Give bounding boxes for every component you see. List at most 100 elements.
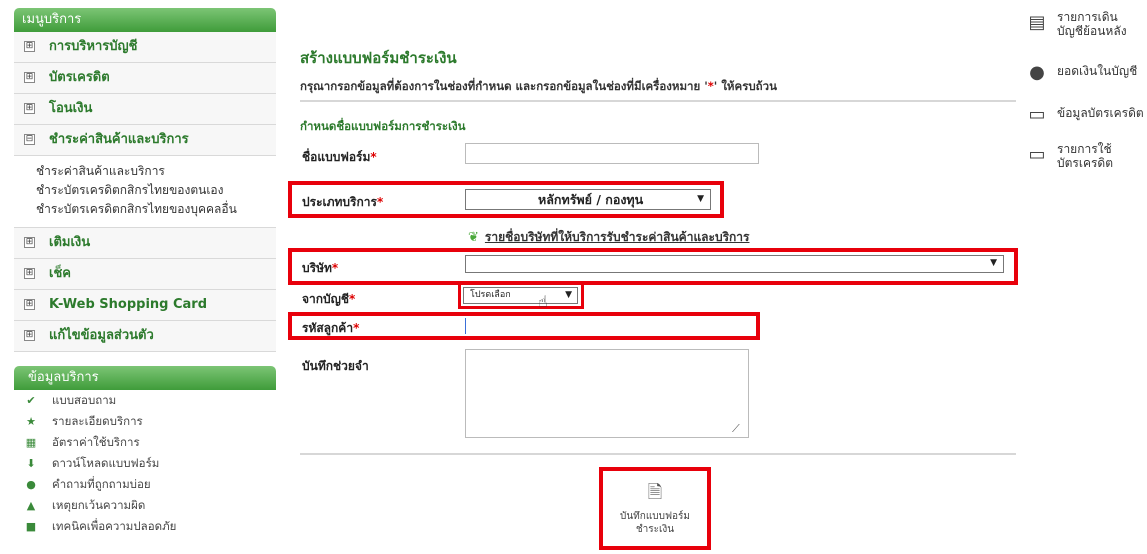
- menu-item-credit-card[interactable]: ⊞ บัตรเครดิต: [14, 63, 276, 94]
- form-instructions: กรุณากรอกข้อมูลที่ต้องการในช่องที่กำหนด …: [300, 78, 777, 96]
- divider: [300, 100, 1016, 102]
- service-type-label: ประเภทบริการ*: [302, 193, 383, 212]
- star-icon: ★: [26, 415, 36, 428]
- label-text: จากบัญชี: [302, 292, 350, 306]
- info-item-security-tips[interactable]: ■ เทคนิคเพื่อความปลอดภัย: [14, 516, 276, 537]
- label-line2: บัญชีย้อนหลัง: [1057, 24, 1127, 38]
- expand-icon[interactable]: ⊞: [24, 299, 35, 310]
- company-label: บริษัท*: [302, 259, 338, 278]
- quick-link-label: ข้อมูลบัตรเครดิต: [1057, 106, 1144, 120]
- service-info-header: ข้อมูลบริการ: [14, 366, 276, 390]
- info-item-survey[interactable]: ✔ แบบสอบถาม: [14, 390, 276, 411]
- menu-item-label: การบริหารบัญชี: [49, 39, 138, 54]
- info-item-service-details[interactable]: ★ รายละเอียดบริการ: [14, 411, 276, 432]
- service-type-value: หลักทรัพย์ / กองทุน: [538, 192, 644, 207]
- label-line1: รายการใช้: [1057, 142, 1112, 156]
- label-text: รหัสลูกค้า: [302, 321, 354, 335]
- instructions-text: กรุณากรอกข้อมูลที่ต้องการในช่องที่กำหนด …: [300, 79, 708, 93]
- expand-icon[interactable]: ⊞: [24, 268, 35, 279]
- memo-textarea[interactable]: [465, 349, 749, 438]
- menu-item-label: K-Web Shopping Card: [49, 297, 208, 312]
- payment-form-panel: สร้างแบบฟอร์มชำระเงิน กรุณากรอกข้อมูลที่…: [288, 0, 1018, 554]
- menu-item-transfer[interactable]: ⊞ โอนเงิน: [14, 94, 276, 125]
- from-account-value: โปรดเลือก: [470, 290, 511, 300]
- company-select[interactable]: ▼: [465, 255, 1004, 273]
- company-list-link-text[interactable]: รายชื่อบริษัทที่ให้บริการรับชำระค่าสินค้…: [485, 230, 750, 244]
- label-line2: บัตรเครดิต: [1057, 156, 1114, 170]
- document-save-icon: 🗎: [647, 482, 663, 503]
- from-account-label: จากบัญชี*: [302, 290, 355, 309]
- required-star: *: [353, 321, 360, 335]
- required-star: *: [331, 261, 339, 275]
- dropdown-arrow-icon: ▼: [990, 258, 997, 268]
- calculator-icon: ▦: [25, 436, 37, 449]
- bill-payment-submenu: ชำระค่าสินค้าและบริการ ชำระบัตรเครดิตกสิ…: [14, 156, 276, 228]
- info-item-faq[interactable]: ● คำถามที่ถูกถามบ่อย: [14, 474, 276, 495]
- label-line1: รายการเดิน: [1057, 10, 1118, 24]
- label-text: บริษัท: [302, 261, 332, 275]
- menu-item-label: บัตรเครดิต: [49, 70, 110, 85]
- form-name-input[interactable]: [465, 143, 759, 164]
- save-form-button[interactable]: 🗎 บันทึกแบบฟอร์ม ชำระเงิน: [605, 472, 705, 544]
- dropdown-arrow-icon: ▼: [697, 194, 704, 204]
- customer-code-label: รหัสลูกค้า*: [302, 319, 359, 338]
- quick-link-label: รายการเดิน บัญชีย้อนหลัง: [1057, 10, 1147, 38]
- info-item-download-forms[interactable]: ⬇ ดาวน์โหลดแบบฟอร์ม: [14, 453, 276, 474]
- question-icon: ●: [26, 478, 36, 491]
- menu-item-account-management[interactable]: ⊞ การบริหารบัญชี: [14, 32, 276, 63]
- submenu-item-bill-payment[interactable]: ชำระค่าสินค้าและบริการ: [36, 162, 276, 181]
- info-item-label: เหตุยกเว้นความผิด: [52, 498, 146, 512]
- quick-link-label: รายการใช้ บัตรเครดิต: [1057, 142, 1147, 170]
- menu-item-bill-payment[interactable]: ⊟ ชำระค่าสินค้าและบริการ: [14, 125, 276, 156]
- label-text: ชื่อแบบฟอร์ม: [302, 150, 371, 164]
- menu-item-label: เช็ค: [49, 266, 71, 281]
- lock-icon: ■: [25, 520, 37, 533]
- menu-item-top-up[interactable]: ⊞ เติมเงิน: [14, 228, 276, 259]
- submenu-item-other-credit-card[interactable]: ชำระบัตรเครดิตกสิกรไทยของบุคคลอื่น: [36, 200, 276, 219]
- collapse-icon[interactable]: ⊟: [24, 134, 35, 145]
- expand-icon[interactable]: ⊞: [24, 41, 35, 52]
- info-item-disclaimer[interactable]: ▲ เหตุยกเว้นความผิด: [14, 495, 276, 516]
- submenu-item-own-credit-card[interactable]: ชำระบัตรเครดิตกสิกรไทยของตนเอง: [36, 181, 276, 200]
- quick-link-label: ยอดเงินในบัญชี: [1057, 64, 1138, 78]
- info-item-label: อัตราค่าใช้บริการ: [52, 435, 140, 449]
- info-item-label: คำถามที่ถูกถามบ่อย: [52, 477, 151, 491]
- expand-icon[interactable]: ⊞: [24, 103, 35, 114]
- card-usage-icon: ▭: [1028, 144, 1046, 165]
- expand-icon[interactable]: ⊞: [24, 237, 35, 248]
- info-item-label: รายละเอียดบริการ: [52, 414, 143, 428]
- expand-icon[interactable]: ⊞: [24, 330, 35, 341]
- money-bag-icon: ●: [1029, 62, 1045, 83]
- dropdown-arrow-icon: ▼: [565, 290, 572, 300]
- service-type-select[interactable]: หลักทรัพย์ / กองทุน ▼: [465, 189, 711, 210]
- hand-cursor-icon: ☝: [538, 292, 548, 311]
- divider: [300, 453, 1016, 455]
- check-icon: ✔: [26, 394, 36, 407]
- leaf-icon: ❦: [468, 230, 479, 245]
- menu-item-label: แก้ไขข้อมูลส่วนตัว: [49, 328, 154, 343]
- required-star: *: [349, 292, 356, 306]
- info-item-fees[interactable]: ▦ อัตราค่าใช้บริการ: [14, 432, 276, 453]
- info-item-label: ดาวน์โหลดแบบฟอร์ม: [52, 456, 160, 470]
- company-list-link[interactable]: ❦ รายชื่อบริษัทที่ให้บริการรับชำระค่าสินค…: [468, 228, 750, 247]
- required-star: *: [370, 150, 377, 164]
- page-title: สร้างแบบฟอร์มชำระเงิน: [300, 49, 457, 67]
- customer-code-input[interactable]: [465, 318, 748, 334]
- instructions-text-end: ' ให้ครบถ้วน: [713, 79, 777, 93]
- credit-card-icon: ▭: [1028, 104, 1046, 125]
- service-menu-header: เมนูบริการ: [14, 8, 276, 32]
- label-text: ประเภทบริการ: [302, 195, 377, 209]
- required-star: *: [376, 195, 384, 209]
- menu-item-edit-profile[interactable]: ⊞ แก้ไขข้อมูลส่วนตัว: [14, 321, 276, 352]
- menu-item-label: โอนเงิน: [49, 101, 93, 116]
- form-name-label: ชื่อแบบฟอร์ม*: [302, 148, 377, 167]
- warning-icon: ▲: [26, 499, 36, 512]
- memo-label: บันทึกช่วยจำ: [302, 359, 369, 373]
- from-account-select[interactable]: โปรดเลือก ▼: [463, 287, 578, 304]
- save-button-label-line2: ชำระเงิน: [635, 524, 675, 535]
- resize-handle-icon[interactable]: ⟋: [732, 422, 740, 436]
- menu-item-cheque[interactable]: ⊞ เช็ค: [14, 259, 276, 290]
- menu-item-shopping-card[interactable]: ⊞ K-Web Shopping Card: [14, 290, 276, 321]
- expand-icon[interactable]: ⊞: [24, 72, 35, 83]
- section-title: กำหนดชื่อแบบฟอร์มการชำระเงิน: [300, 119, 466, 133]
